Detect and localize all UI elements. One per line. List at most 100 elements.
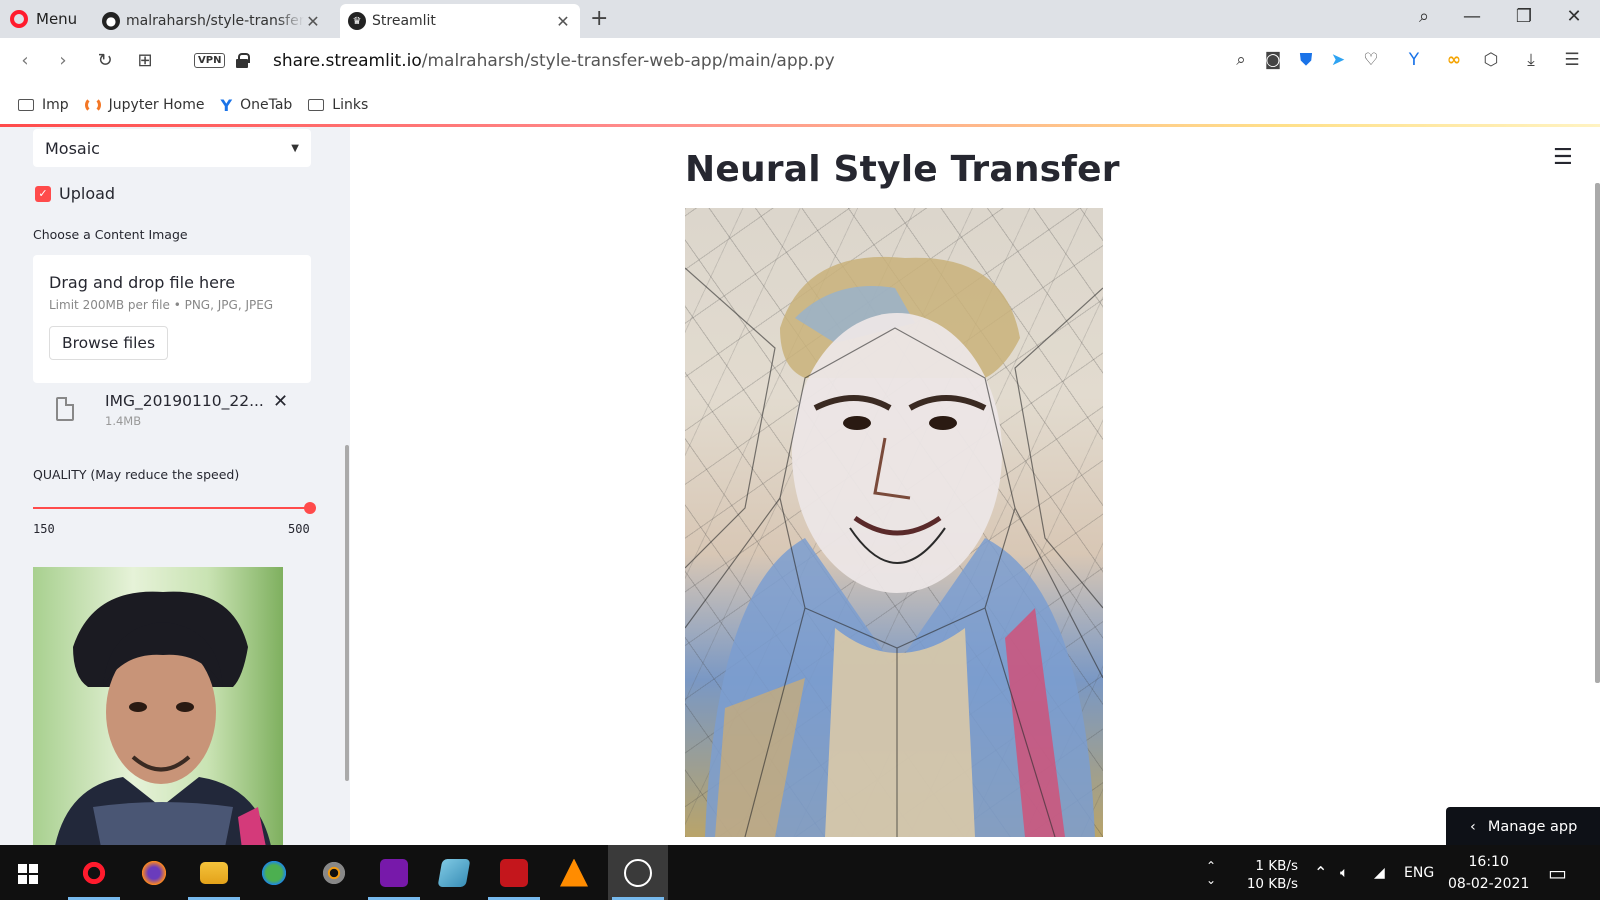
file-dropzone[interactable]: Drag and drop file here Limit 200MB per … [33, 255, 311, 383]
upload-checkbox[interactable]: ✓ Upload [35, 184, 115, 203]
url-field[interactable]: share.streamlit.io/malraharsh/style-tran… [273, 51, 835, 71]
vlc-cone-icon [560, 858, 588, 887]
notifications-icon[interactable]: ▭ [1548, 845, 1567, 900]
bookmark-label: Jupyter Home [108, 97, 205, 113]
volume-icon[interactable]: 🔈︎ [1340, 845, 1348, 900]
close-tab-icon[interactable]: ✕ [554, 12, 572, 31]
bookmark-onetab[interactable]: Y OneTab [220, 96, 292, 115]
menu-label: Menu [36, 10, 78, 28]
stylized-output-image [685, 208, 1103, 837]
network-arrows-icon: ⌃ ⌄ [1206, 858, 1217, 887]
chevron-down-icon: ▼ [291, 142, 299, 154]
dropzone-limit: Limit 200MB per file • PNG, JPG, JPEG [49, 298, 274, 312]
slider-max-label: 500 [288, 522, 310, 536]
browser-tab-bar: Menu ● malraharsh/style-transfer-web-app… [0, 0, 1600, 38]
address-bar: ‹ › ↻ ⊞ VPN share.streamlit.io/malrahars… [0, 38, 1600, 86]
language-indicator[interactable]: ENG [1404, 845, 1434, 900]
sidebar-scrollbar[interactable] [345, 445, 349, 781]
bookmarks-bar: Imp Jupyter Home Y OneTab Links [0, 86, 1600, 124]
onetab-extension-icon[interactable]: Y [1403, 50, 1425, 70]
media-disc-icon [320, 858, 348, 887]
snapshot-icon[interactable]: ◙ [1262, 50, 1284, 70]
url-path: /malraharsh/style-transfer-web-app/main/… [421, 51, 835, 71]
adblock-shield-icon[interactable]: ⛊ [1295, 50, 1317, 70]
onetab-icon: Y [220, 95, 233, 115]
acrobat-icon [500, 858, 528, 887]
bookmark-links[interactable]: Links [308, 97, 368, 113]
box-extension-icon[interactable]: ⬡ [1480, 50, 1502, 70]
bookmark-jupyter-home[interactable]: Jupyter Home [84, 97, 205, 113]
send-icon[interactable]: ➤ [1327, 50, 1349, 70]
bookmark-label: Imp [42, 97, 69, 113]
checkbox-checked-icon[interactable]: ✓ [35, 185, 51, 202]
browse-files-button[interactable]: Browse files [49, 326, 169, 360]
heart-icon[interactable]: ♡ [1360, 50, 1382, 70]
search-page-icon[interactable]: ⌕ [1230, 50, 1252, 70]
tab-streamlit[interactable]: ♛ Streamlit ✕ [340, 4, 580, 38]
reload-icon[interactable]: ↻ [94, 50, 116, 71]
quality-label: QUALITY (May reduce the speed) [33, 467, 240, 482]
remove-file-icon[interactable]: ✕ [273, 391, 288, 412]
bookmark-label: Links [332, 97, 369, 113]
taskbar-notepad[interactable] [424, 845, 484, 900]
new-tab-button[interactable]: + [590, 6, 608, 31]
style-select-value: Mosaic [45, 138, 100, 158]
network-speed: 1 KB/s 10 KB/s [1246, 857, 1298, 893]
streamlit-icon: ♛ [348, 12, 366, 30]
taskbar-opera[interactable] [64, 845, 124, 900]
opera-menu-button[interactable]: Menu [10, 8, 77, 30]
main-scrollbar[interactable] [1595, 183, 1600, 683]
net-down-speed: 10 KB/s [1246, 876, 1298, 892]
tab-title: malraharsh/style-transfer-web-app [126, 13, 304, 29]
wifi-icon[interactable]: ◢ [1374, 845, 1385, 900]
folder-icon [200, 861, 228, 884]
download-icon[interactable]: ⤓ [1520, 50, 1542, 70]
style-select[interactable]: Mosaic ▼ [33, 129, 311, 167]
globe-icon [260, 858, 288, 887]
quality-slider-thumb[interactable] [304, 502, 316, 514]
clock-date: 08-02-2021 [1448, 876, 1530, 892]
search-tabs-icon[interactable]: ⌕ [1412, 6, 1436, 27]
close-tab-icon[interactable]: ✕ [304, 12, 322, 31]
hamburger-menu-icon[interactable]: ☰ [1553, 145, 1573, 170]
system-clock[interactable]: 16:10 08-02-2021 [1448, 851, 1529, 895]
restore-button[interactable]: ❐ [1512, 6, 1536, 27]
taskbar-acrobat[interactable] [484, 845, 544, 900]
coupon-extension-icon[interactable]: ∞ [1443, 50, 1465, 70]
folder-icon [18, 99, 34, 111]
windows-taskbar: ⌃ ⌄ 1 KB/s 10 KB/s ⌃ 🔈︎ ◢ ENG 16:10 08-02… [0, 845, 1600, 900]
taskbar-vlc[interactable] [544, 845, 604, 900]
bookmark-imp[interactable]: Imp [18, 97, 69, 113]
windows-start-icon[interactable] [18, 864, 38, 884]
close-window-button[interactable]: ✕ [1562, 6, 1586, 27]
tab-title: Streamlit [372, 13, 436, 29]
opera-logo-icon [10, 10, 28, 28]
uploaded-file: IMG_20190110_22... 1.4MB ✕ [56, 389, 306, 439]
taskbar-photos[interactable] [608, 845, 668, 900]
easy-setup-icon[interactable]: ☰ [1561, 50, 1583, 70]
taskbar-media[interactable] [304, 845, 364, 900]
lock-icon[interactable] [236, 53, 250, 68]
quality-slider-track[interactable] [33, 507, 311, 509]
file-size: 1.4MB [105, 414, 142, 428]
manage-app-button[interactable]: ‹ Manage app [1446, 807, 1600, 847]
slider-min-label: 150 [33, 522, 55, 536]
show-hidden-icons-icon[interactable]: ⌃ [1314, 845, 1327, 900]
forward-icon[interactable]: › [52, 50, 74, 71]
vpn-badge[interactable]: VPN [194, 53, 226, 68]
sidebar: Mosaic ▼ ✓ Upload Choose a Content Image… [0, 127, 350, 845]
opera-icon [80, 858, 108, 887]
taskbar-file-explorer[interactable] [184, 845, 244, 900]
taskbar-firefox[interactable] [124, 845, 184, 900]
minimize-button[interactable]: — [1460, 6, 1484, 27]
bookmark-label: OneTab [240, 97, 293, 113]
speed-dial-icon[interactable]: ⊞ [134, 50, 156, 71]
github-icon: ● [102, 12, 120, 30]
taskbar-onenote[interactable] [364, 845, 424, 900]
photos-icon [624, 858, 652, 887]
main-content: Neural Style Transfer ☰ ‹ Manage app [350, 127, 1600, 847]
url-domain: share.streamlit.io [273, 51, 422, 71]
tab-github[interactable]: ● malraharsh/style-transfer-web-app ✕ [94, 4, 330, 38]
taskbar-maps[interactable] [244, 845, 304, 900]
back-icon[interactable]: ‹ [14, 50, 36, 71]
